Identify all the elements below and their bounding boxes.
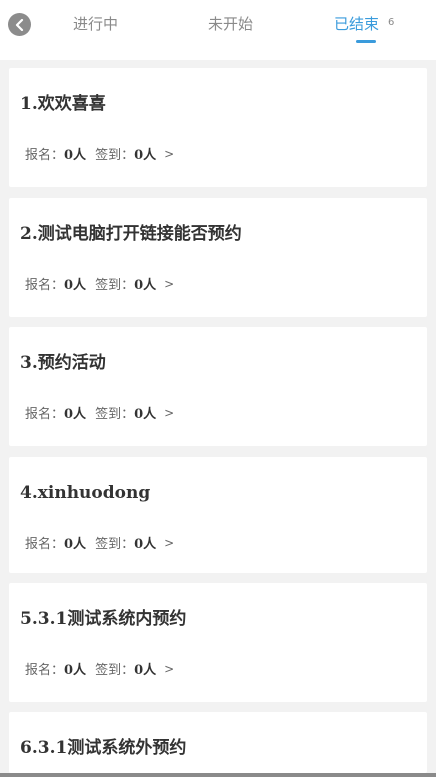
signup-count: 0人 xyxy=(64,278,87,293)
signup-count: 0人 xyxy=(64,537,87,552)
chevron-right-icon[interactable]: > xyxy=(164,275,174,293)
tab-in-progress[interactable]: 进行中 xyxy=(73,14,118,34)
checkin-count: 0人 xyxy=(134,537,157,552)
event-title: 6.3.1测试系统外预约 xyxy=(20,738,187,758)
event-card[interactable]: 5.3.1测试系统内预约 报名： 0人 签到： 0人 > xyxy=(9,583,427,702)
checkin-label: 签到： xyxy=(95,663,135,678)
chevron-right-icon[interactable]: > xyxy=(164,660,174,678)
event-title: 2.测试电脑打开链接能否预约 xyxy=(20,224,242,244)
checkin-label: 签到： xyxy=(95,407,135,422)
tab-ended-count-badge: 6 xyxy=(388,17,395,28)
event-title: 1.欢欢喜喜 xyxy=(20,94,106,114)
signup-count: 0人 xyxy=(64,663,87,678)
signup-label: 报名： xyxy=(25,278,65,293)
signup-count: 0人 xyxy=(64,407,87,422)
event-card[interactable]: 4.xinhuodong 报名： 0人 签到： 0人 > xyxy=(9,457,427,573)
event-stats: 报名： 0人 签到： 0人 > xyxy=(25,147,174,165)
event-card[interactable]: 1.欢欢喜喜 报名： 0人 签到： 0人 > xyxy=(9,68,427,187)
event-card[interactable]: 6.3.1测试系统外预约 xyxy=(9,712,427,773)
checkin-count: 0人 xyxy=(134,407,157,422)
checkin-count: 0人 xyxy=(134,278,157,293)
signup-count: 0人 xyxy=(64,148,87,163)
chevron-left-icon xyxy=(15,18,25,31)
event-stats: 报名： 0人 签到： 0人 > xyxy=(25,536,174,554)
tab-not-started[interactable]: 未开始 xyxy=(208,14,253,34)
chevron-right-icon[interactable]: > xyxy=(164,145,174,163)
back-button[interactable] xyxy=(8,13,31,36)
event-card[interactable]: 3.预约活动 报名： 0人 签到： 0人 > xyxy=(9,327,427,446)
event-title: 4.xinhuodong xyxy=(20,483,151,503)
bottom-bar xyxy=(0,773,436,777)
top-tab-bar: 进行中 未开始 已结束 6 xyxy=(0,0,436,60)
event-title: 3.预约活动 xyxy=(20,353,106,373)
event-card[interactable]: 2.测试电脑打开链接能否预约 报名： 0人 签到： 0人 > xyxy=(9,198,427,317)
event-title: 5.3.1测试系统内预约 xyxy=(20,609,187,629)
checkin-label: 签到： xyxy=(95,278,135,293)
event-stats: 报名： 0人 签到： 0人 > xyxy=(25,662,174,680)
checkin-count: 0人 xyxy=(134,663,157,678)
checkin-label: 签到： xyxy=(95,537,135,552)
signup-label: 报名： xyxy=(25,663,65,678)
signup-label: 报名： xyxy=(25,537,65,552)
event-stats: 报名： 0人 签到： 0人 > xyxy=(25,406,174,424)
chevron-right-icon[interactable]: > xyxy=(164,534,174,552)
signup-label: 报名： xyxy=(25,148,65,163)
chevron-right-icon[interactable]: > xyxy=(164,404,174,422)
checkin-count: 0人 xyxy=(134,148,157,163)
active-tab-indicator xyxy=(356,40,376,43)
tab-ended[interactable]: 已结束 xyxy=(334,14,379,34)
signup-label: 报名： xyxy=(25,407,65,422)
event-stats: 报名： 0人 签到： 0人 > xyxy=(25,277,174,295)
checkin-label: 签到： xyxy=(95,148,135,163)
